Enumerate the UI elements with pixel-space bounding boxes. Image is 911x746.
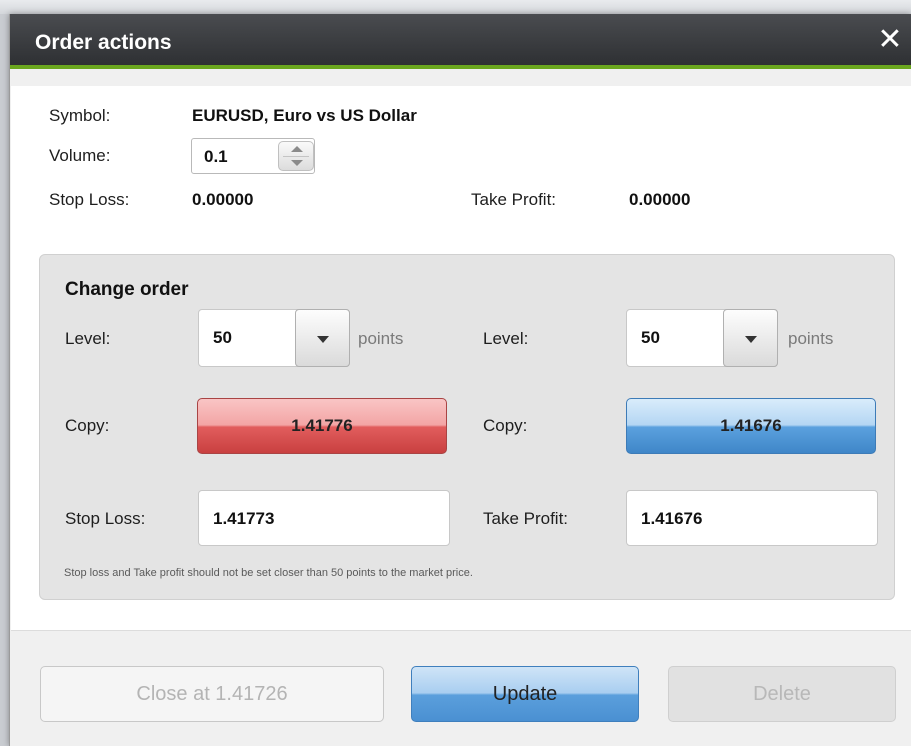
take-profit-value: 0.00000 xyxy=(629,190,691,209)
dialog-title: Order actions xyxy=(35,31,172,54)
tp-copy-price-button[interactable]: 1.41676 xyxy=(626,398,876,454)
close-position-button[interactable]: Close at 1.41726 xyxy=(40,666,384,722)
spinner-divider xyxy=(283,156,309,157)
update-button[interactable]: Update xyxy=(411,666,639,722)
dialog-titlebar: Order actions ✕ xyxy=(10,14,911,69)
tp-level-select[interactable]: 50 xyxy=(626,309,778,367)
footer-divider xyxy=(11,630,911,631)
symbol-value: EURUSD, Euro vs US Dollar xyxy=(192,106,417,125)
delete-button[interactable]: Delete xyxy=(668,666,896,722)
stop-loss-input-value[interactable]: 1.41773 xyxy=(213,509,274,529)
stop-loss-input[interactable]: 1.41773 xyxy=(198,490,450,546)
chevron-up-icon[interactable] xyxy=(291,146,303,152)
chevron-down-icon[interactable] xyxy=(291,160,303,166)
sl-level-label: Level: xyxy=(65,329,111,348)
tp-level-dropdown-button[interactable] xyxy=(723,309,778,367)
tp-level-unit: points xyxy=(788,329,834,348)
tp-copy-label: Copy: xyxy=(483,416,528,435)
sl-level-unit: points xyxy=(358,329,404,348)
sl-level-value[interactable]: 50 xyxy=(213,328,232,348)
tp-level-value[interactable]: 50 xyxy=(641,328,660,348)
sl-field-label: Stop Loss: xyxy=(65,509,146,528)
change-order-panel: Change order Level: 50 points Copy: 1.41… xyxy=(39,254,895,600)
volume-value[interactable]: 0.1 xyxy=(204,147,228,167)
tp-field-label: Take Profit: xyxy=(483,509,569,528)
background-window xyxy=(0,0,911,14)
sl-copy-label: Copy: xyxy=(65,416,110,435)
volume-stepper[interactable]: 0.1 xyxy=(191,138,315,174)
stop-loss-value: 0.00000 xyxy=(192,190,254,209)
sl-level-dropdown-button[interactable] xyxy=(295,309,350,367)
close-icon[interactable]: ✕ xyxy=(875,24,905,56)
symbol-label: Symbol: xyxy=(49,106,111,125)
dialog-body: Symbol: EURUSD, Euro vs US Dollar Volume… xyxy=(11,86,911,630)
order-actions-dialog: Order actions ✕ Symbol: EURUSD, Euro vs … xyxy=(9,14,911,746)
take-profit-label: Take Profit: xyxy=(471,190,557,209)
sl-level-select[interactable]: 50 xyxy=(198,309,350,367)
caret-down-icon xyxy=(745,336,757,343)
caret-down-icon xyxy=(317,336,329,343)
volume-label: Volume: xyxy=(49,146,111,165)
stop-loss-label: Stop Loss: xyxy=(49,190,130,209)
take-profit-input[interactable]: 1.41676 xyxy=(626,490,878,546)
change-order-title: Change order xyxy=(65,279,189,300)
volume-spinner[interactable] xyxy=(278,141,314,171)
take-profit-input-value[interactable]: 1.41676 xyxy=(641,509,702,529)
distance-note: Stop loss and Take profit should not be … xyxy=(64,567,473,579)
sl-copy-price-button[interactable]: 1.41776 xyxy=(197,398,447,454)
tp-level-label: Level: xyxy=(483,329,529,348)
